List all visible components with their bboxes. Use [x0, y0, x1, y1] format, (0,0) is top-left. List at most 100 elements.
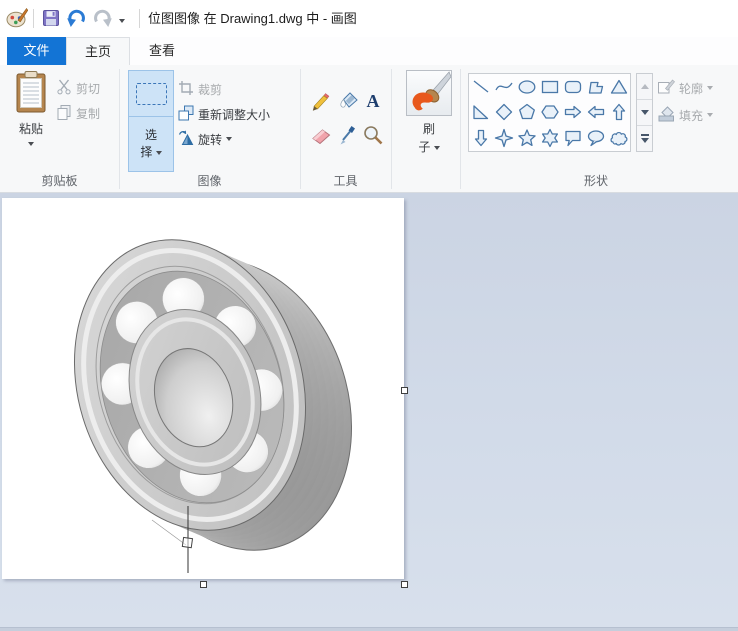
select-button[interactable]: 选 择: [128, 70, 174, 172]
shape-fill-icon: [657, 105, 675, 126]
tab-row: 文件 主页 查看: [0, 37, 738, 65]
paste-dropdown-caret: [28, 142, 34, 146]
shape-callout-oval[interactable]: [584, 125, 607, 150]
save-icon[interactable]: [42, 9, 60, 30]
statusbar-edge: [0, 627, 738, 631]
shape-triangle[interactable]: [607, 74, 630, 99]
pencil-tool[interactable]: [309, 89, 333, 113]
group-divider: [300, 69, 301, 189]
text-tool-glyph: A: [367, 91, 380, 111]
shape-hexagon[interactable]: [538, 100, 561, 125]
shapes-group-label: 形状: [460, 172, 732, 189]
copy-pages-icon: [56, 104, 72, 123]
titlebar: 位图图像 在 Drawing1.dwg 中 - 画图: [0, 0, 738, 37]
workspace: [0, 193, 738, 631]
crop-label: 裁剪: [198, 81, 222, 98]
customize-toolbar-dropdown-icon[interactable]: [117, 13, 129, 25]
color-picker-tool[interactable]: [336, 123, 360, 147]
brushes-label-line2: 子: [418, 138, 439, 156]
group-divider: [119, 69, 120, 189]
shape-arrow-right[interactable]: [561, 100, 584, 125]
shape-outline-button: 轮廓: [657, 77, 713, 99]
paint-canvas[interactable]: [2, 198, 404, 579]
shape-pentagon[interactable]: [515, 100, 538, 125]
copy-label: 复制: [76, 105, 100, 122]
shape-right-triangle[interactable]: [469, 100, 492, 125]
shapes-scroll-up-button: [637, 74, 652, 100]
shape-rounded-rectangle[interactable]: [561, 74, 584, 99]
rotate-label: 旋转: [198, 131, 222, 148]
paint-window: 位图图像 在 Drawing1.dwg 中 - 画图 文件 主页 查看 粘贴: [0, 0, 738, 631]
shape-callout-cloud[interactable]: [607, 125, 630, 150]
brushes-label-line1: 刷: [423, 120, 435, 138]
undo-icon[interactable]: [66, 8, 87, 31]
rotate-dropdown-caret: [226, 137, 232, 141]
cut-button: 剪切: [56, 77, 100, 99]
brushes-button[interactable]: 刷 子: [404, 70, 454, 184]
shapes-gallery-expand-button[interactable]: [637, 126, 652, 151]
tools-group-label: 工具: [300, 172, 391, 189]
canvas-resize-handle-right[interactable]: [401, 387, 408, 394]
window-title: 位图图像 在 Drawing1.dwg 中 - 画图: [148, 0, 357, 37]
shape-star-6[interactable]: [538, 125, 561, 150]
shape-fill-button: 填充: [657, 104, 713, 126]
shape-diamond[interactable]: [492, 100, 515, 125]
shape-arrow-up[interactable]: [607, 100, 630, 125]
resize-button[interactable]: 重新调整大小: [178, 103, 270, 125]
shape-star-5[interactable]: [515, 125, 538, 150]
shape-callout-rectangle[interactable]: [561, 125, 584, 150]
shape-ellipse[interactable]: [515, 74, 538, 99]
copy-button: 复制: [56, 102, 100, 124]
fill-bucket-tool[interactable]: [336, 89, 360, 113]
paste-button[interactable]: 粘贴: [8, 70, 54, 170]
shapes-gallery: [468, 73, 631, 152]
rotate-icon: [178, 130, 194, 149]
shape-curve[interactable]: [492, 74, 515, 99]
shape-star-4[interactable]: [492, 125, 515, 150]
outline-dropdown-caret: [707, 86, 713, 90]
resize-icon: [178, 105, 194, 124]
shapes-scroll-column: [636, 73, 653, 152]
shape-line[interactable]: [469, 74, 492, 99]
shape-arrow-down[interactable]: [469, 125, 492, 150]
canvas-resize-handle-bottom[interactable]: [200, 581, 207, 588]
tab-home[interactable]: 主页: [66, 37, 130, 65]
cut-scissors-icon: [56, 79, 72, 98]
select-label-line1: 选: [145, 127, 157, 144]
ribbon: 粘贴 剪切 复制 剪贴板: [0, 65, 738, 193]
shape-fill-label: 填充: [679, 107, 703, 124]
tab-file[interactable]: 文件: [7, 37, 66, 65]
group-divider: [391, 69, 392, 189]
shape-outline-label: 轮廓: [679, 80, 703, 97]
tab-view[interactable]: 查看: [130, 37, 194, 65]
clipboard-group-label: 剪贴板: [0, 172, 119, 189]
canvas-resize-handle-corner[interactable]: [401, 581, 408, 588]
eraser-tool[interactable]: [309, 123, 333, 147]
shape-polygon[interactable]: [584, 74, 607, 99]
resize-label: 重新调整大小: [198, 106, 270, 123]
titlebar-separator: [139, 9, 140, 28]
select-label-segment[interactable]: 选 择: [140, 117, 161, 171]
shape-rectangle[interactable]: [538, 74, 561, 99]
paste-clipboard-icon: [15, 70, 47, 117]
select-label-line2: 择: [140, 144, 161, 161]
crop-button: 裁剪: [178, 78, 222, 100]
brush-icon: [406, 70, 452, 116]
shape-outline-icon: [657, 78, 675, 99]
rotate-button[interactable]: 旋转: [178, 128, 232, 150]
text-tool[interactable]: A: [361, 89, 385, 113]
magnifier-tool[interactable]: [361, 123, 385, 147]
paste-label: 粘贴: [19, 120, 43, 137]
crop-icon: [178, 80, 194, 99]
select-icon-segment[interactable]: [129, 71, 173, 117]
shape-arrow-left[interactable]: [584, 100, 607, 125]
fill-dropdown-caret: [707, 113, 713, 117]
selection-rectangle-icon: [136, 83, 167, 105]
image-group-label: 图像: [119, 172, 300, 189]
shapes-scroll-down-button[interactable]: [637, 100, 652, 126]
bearing-image: [2, 198, 404, 579]
paint-logo-icon: [6, 7, 28, 32]
titlebar-separator: [33, 9, 34, 28]
cut-label: 剪切: [76, 80, 100, 97]
group-divider: [460, 69, 461, 189]
